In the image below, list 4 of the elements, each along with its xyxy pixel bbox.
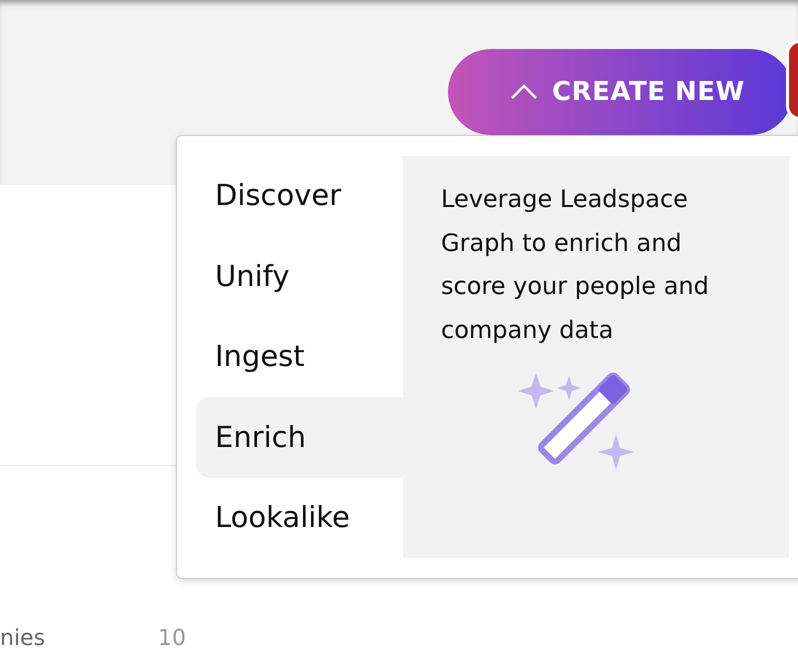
- row-label: nies: [0, 625, 46, 653]
- row-value: 10: [158, 625, 186, 653]
- menu-item[interactable]: Enrich: [196, 397, 403, 478]
- description-text: Leverage Leadspace Graph to enrich and score your people and company data: [441, 184, 710, 346]
